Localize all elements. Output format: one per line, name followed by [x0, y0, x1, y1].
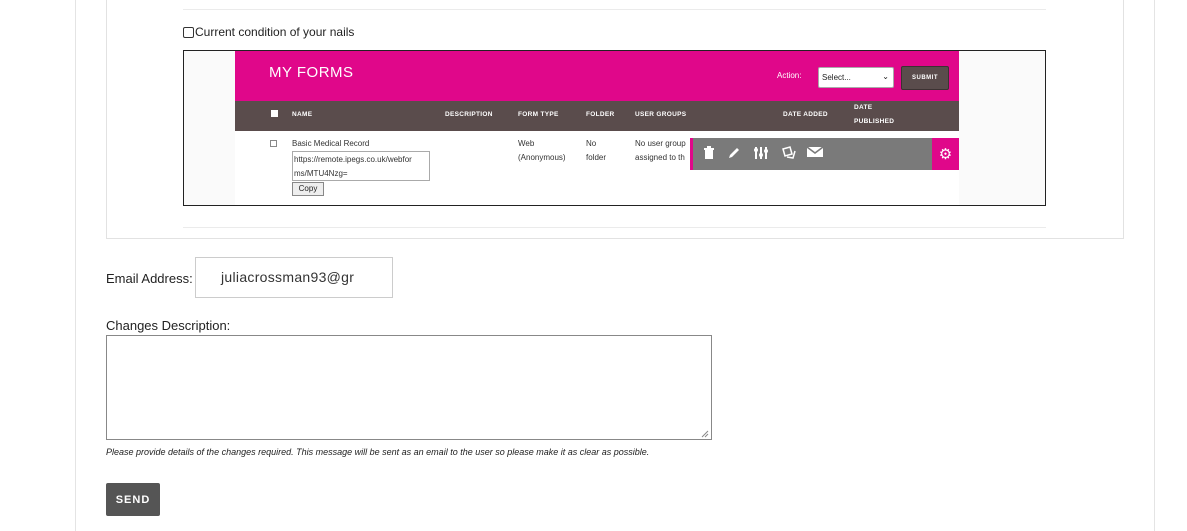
chevron-down-icon: ⌄: [882, 72, 889, 81]
col-folder: FOLDER: [586, 111, 615, 118]
row-form-name: Basic Medical Record: [292, 139, 370, 148]
row-folder-2: folder: [586, 153, 607, 162]
duplicate-icon: [781, 146, 797, 163]
trash-icon: [703, 146, 715, 163]
divider: [183, 227, 1046, 228]
changes-description-textarea[interactable]: [106, 335, 712, 440]
col-form-type: FORM TYPE: [518, 111, 559, 118]
copy-button: Copy: [292, 182, 324, 196]
col-date-added: DATE ADDED: [783, 111, 828, 118]
pencil-icon: [727, 146, 741, 163]
row-url-line-2: ms/MTU4Nzg=: [294, 169, 348, 178]
email-input[interactable]: juliacrossman93@gr: [195, 257, 393, 298]
submit-button: SUBMIT: [901, 66, 949, 90]
my-forms-screenshot: MY FORMS Action: Select... ⌄ SUBMIT NAME…: [183, 50, 1046, 206]
row-groups-2: assigned to th: [635, 153, 685, 162]
nails-checkbox-label: Current condition of your nails: [195, 25, 355, 39]
changes-hint: Please provide details of the changes re…: [106, 447, 650, 457]
send-button[interactable]: SEND: [106, 483, 160, 516]
col-date-published-2: PUBLISHED: [854, 118, 895, 125]
sliders-icon: [753, 146, 769, 163]
changes-description-label: Changes Description:: [106, 318, 231, 333]
col-description: DESCRIPTION: [445, 111, 493, 118]
row-type-1: Web: [518, 139, 535, 148]
row-url-line-1: https://remote.ipegs.co.uk/webfor: [294, 155, 412, 164]
nails-checkbox-row[interactable]: Current condition of your nails: [183, 25, 354, 39]
resize-handle-icon[interactable]: [701, 430, 709, 438]
settings-gear-icon: ⚙: [932, 138, 959, 170]
forms-table-header: NAME DESCRIPTION FORM TYPE FOLDER USER G…: [235, 101, 959, 131]
row-type-2: (Anonymous): [518, 153, 566, 162]
my-forms-header: MY FORMS Action: Select... ⌄ SUBMIT: [235, 51, 959, 101]
action-select: Select... ⌄: [818, 67, 894, 88]
row-url-box: https://remote.ipegs.co.uk/webfor ms/MTU…: [292, 151, 430, 181]
nails-checkbox[interactable]: [183, 26, 194, 38]
screenshot-content: MY FORMS Action: Select... ⌄ SUBMIT NAME…: [235, 51, 959, 205]
row-folder-1: No: [586, 139, 597, 148]
row-action-toolbar: [690, 138, 932, 170]
select-all-checkbox: [271, 110, 278, 117]
my-forms-title: MY FORMS: [269, 64, 354, 81]
col-user-groups: USER GROUPS: [635, 111, 687, 118]
action-select-value: Select...: [822, 73, 851, 82]
divider: [183, 9, 1046, 10]
row-groups-1: No user group: [635, 139, 686, 148]
email-label: Email Address:: [106, 271, 193, 286]
col-date-published-1: DATE: [854, 104, 873, 111]
row-checkbox: [270, 140, 277, 147]
action-label: Action:: [777, 71, 802, 80]
col-name: NAME: [292, 111, 313, 118]
envelope-icon: [806, 146, 824, 161]
